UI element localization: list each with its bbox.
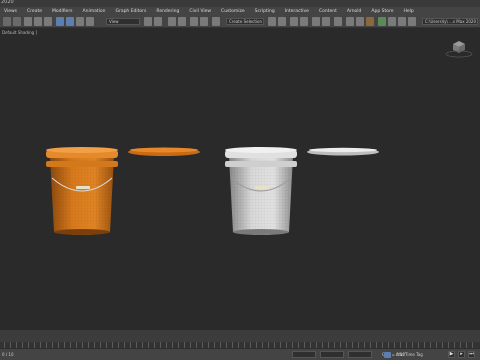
- time-tag-icon[interactable]: [384, 352, 391, 358]
- menu-item-animation[interactable]: Animation: [83, 9, 106, 14]
- unlink-icon[interactable]: [34, 17, 42, 26]
- link-icon[interactable]: [24, 17, 32, 26]
- align-icon[interactable]: [278, 17, 286, 26]
- snap-toggle-icon[interactable]: [168, 17, 176, 26]
- orange-lid[interactable]: [128, 147, 200, 157]
- menu-item-graph-editors[interactable]: Graph Editors: [115, 9, 146, 14]
- menu-item-help[interactable]: Help: [404, 9, 414, 14]
- window-crossing-icon[interactable]: [86, 17, 94, 26]
- percent-snap-icon[interactable]: [190, 17, 198, 26]
- menu-item-create[interactable]: Create: [27, 9, 42, 14]
- main-toolbar: View Create Selection Se C:\Users\ly\ ..…: [0, 15, 480, 28]
- frame-counter: 0 / 10: [2, 352, 14, 357]
- white-lid[interactable]: [307, 147, 379, 156]
- workspace-dropdown[interactable]: C:\Users\ly\ ...s Max 2020: [422, 18, 478, 25]
- status-bar: 0 / 10 Grid = 0'10" Add Time Tag ▶ ▸ ⏭: [0, 348, 480, 360]
- move-icon[interactable]: [144, 17, 152, 26]
- next-frame-icon[interactable]: ▸: [458, 351, 465, 358]
- menu-item-civil-view[interactable]: Civil View: [189, 9, 211, 14]
- rotate-icon[interactable]: [154, 17, 162, 26]
- mirror-icon[interactable]: [268, 17, 276, 26]
- menu-item-arnold[interactable]: Arnold: [347, 9, 362, 14]
- menu-item-interactive[interactable]: Interactive: [285, 9, 309, 14]
- edit-named-selection-icon[interactable]: [212, 17, 220, 26]
- menu-item-app-store[interactable]: App Store: [371, 9, 393, 14]
- select-object-icon[interactable]: [56, 17, 64, 26]
- orange-bucket[interactable]: [46, 147, 118, 235]
- undo-icon[interactable]: [3, 17, 11, 26]
- menu-item-content[interactable]: Content: [319, 9, 337, 14]
- render-production-icon[interactable]: [366, 17, 374, 26]
- play-icon[interactable]: ▶: [448, 351, 455, 358]
- material-editor-icon[interactable]: [334, 17, 342, 26]
- render-in-cloud-icon[interactable]: [388, 17, 396, 26]
- menu-item-scripting[interactable]: Scripting: [255, 9, 275, 14]
- reference-coordinate-dropdown[interactable]: View: [106, 18, 140, 25]
- layer-explorer-icon[interactable]: [290, 17, 298, 26]
- toggle-ribbon-icon[interactable]: [300, 17, 308, 26]
- a360-gallery-icon[interactable]: [398, 17, 406, 26]
- redo-icon[interactable]: [13, 17, 21, 26]
- scene-canvas: [46, 147, 379, 235]
- menu-item-modifiers[interactable]: Modifiers: [52, 9, 73, 14]
- menu-item-customize[interactable]: Customize: [221, 9, 245, 14]
- curve-editor-icon[interactable]: [312, 17, 320, 26]
- select-by-name-icon[interactable]: [66, 17, 74, 26]
- angle-snap-icon[interactable]: [178, 17, 186, 26]
- menu-item-rendering[interactable]: Rendering: [156, 9, 179, 14]
- schematic-view-icon[interactable]: [322, 17, 330, 26]
- render-setup-icon[interactable]: [346, 17, 354, 26]
- region-select-icon[interactable]: [76, 17, 84, 26]
- time-slider[interactable]: [0, 330, 480, 342]
- y-coordinate-field[interactable]: [320, 351, 344, 358]
- add-time-tag-label[interactable]: Add Time Tag: [396, 352, 423, 357]
- x-coordinate-field[interactable]: [292, 351, 316, 358]
- go-to-end-icon[interactable]: ⏭: [468, 351, 475, 358]
- menu-bar: Views Create Modifiers Animation Graph E…: [0, 7, 480, 15]
- white-bucket[interactable]: [225, 147, 297, 235]
- title-bar: 2020: [0, 0, 480, 7]
- selection-set-dropdown[interactable]: Create Selection Se: [226, 18, 264, 25]
- menu-item-views[interactable]: Views: [4, 9, 17, 14]
- window-title: 2020: [1, 0, 14, 5]
- spinner-snap-icon[interactable]: [200, 17, 208, 26]
- z-coordinate-field[interactable]: [348, 351, 372, 358]
- open-explorer-icon[interactable]: [408, 17, 416, 26]
- rendered-frame-window-icon[interactable]: [356, 17, 364, 26]
- bind-space-warp-icon[interactable]: [44, 17, 52, 26]
- perspective-viewport[interactable]: Default Shading ]: [0, 28, 480, 330]
- arnold-render-icon[interactable]: [378, 17, 386, 26]
